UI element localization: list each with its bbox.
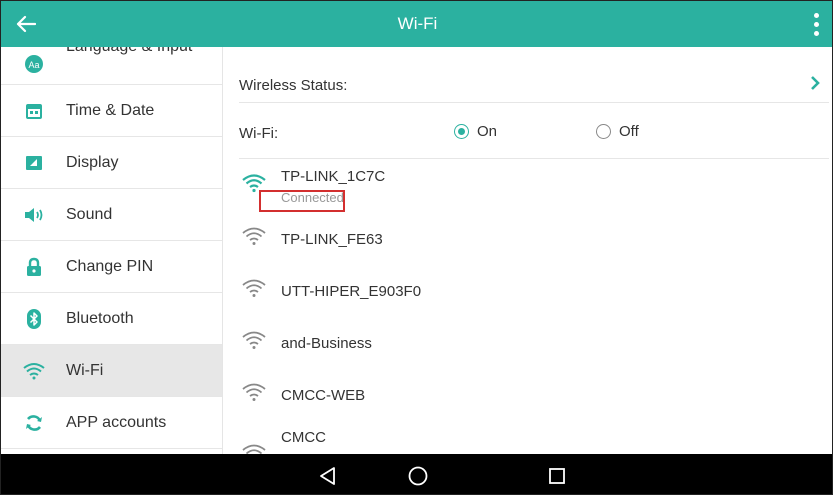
connected-highlight-box — [259, 190, 345, 212]
chevron-right-icon — [811, 76, 820, 90]
settings-sidebar: Aa Language & Input Time & Date Display … — [1, 47, 223, 454]
nav-recents-button[interactable] — [543, 462, 571, 490]
wifi-signal-icon — [242, 331, 266, 349]
wifi-on-label: On — [477, 123, 498, 140]
system-navigation-bar — [1, 454, 832, 494]
sidebar-item-language-input[interactable]: Aa Language & Input — [1, 47, 222, 85]
network-name: TP-LINK_FE63 — [281, 231, 383, 248]
network-name: TP-LINK_1C7C — [281, 168, 386, 185]
wifi-signal-icon — [242, 383, 266, 401]
sidebar-item-time-date[interactable]: Time & Date — [1, 85, 222, 137]
language-input-icon: Aa — [23, 53, 45, 75]
menu-dot-icon — [813, 21, 819, 27]
display-icon — [23, 152, 45, 174]
nav-recents-square-icon — [549, 468, 565, 484]
wireless-status-label: Wireless Status: — [239, 77, 348, 94]
nav-back-triangle-icon — [320, 467, 335, 485]
sidebar-item-bluetooth[interactable]: Bluetooth — [1, 293, 222, 345]
sidebar-item-label: Change PIN — [66, 257, 154, 275]
overflow-menu-button[interactable] — [806, 9, 826, 39]
sidebar-item-app-accounts[interactable]: APP accounts — [1, 397, 222, 449]
network-name: CMCC-WEB — [281, 387, 366, 404]
sync-icon — [23, 412, 45, 434]
wifi-signal-locked-icon — [242, 444, 266, 454]
speaker-icon — [23, 204, 45, 226]
nav-back-button[interactable] — [314, 462, 342, 490]
calendar-icon — [23, 100, 45, 122]
network-item-utt-hiper[interactable]: UTT-HIPER_E903F0 — [239, 265, 829, 317]
sidebar-item-label: Time & Date — [66, 101, 155, 119]
network-name: UTT-HIPER_E903F0 — [281, 283, 422, 300]
network-name: CMCC — [281, 429, 326, 446]
menu-dot-icon — [813, 30, 819, 36]
sidebar-item-wifi[interactable]: Wi-Fi — [1, 345, 222, 397]
sidebar-item-label: APP accounts — [66, 413, 167, 431]
wifi-toggle-row: Wi-Fi: On Off — [239, 103, 829, 159]
sidebar-item-change-pin[interactable]: Change PIN — [1, 241, 222, 293]
bluetooth-icon — [23, 308, 45, 330]
wifi-settings-screen: Wi-Fi Aa Language & Input Time & Date Di… — [0, 0, 833, 495]
radio-unselected-icon — [596, 124, 611, 139]
wifi-signal-icon — [242, 279, 266, 297]
wireless-status-row[interactable]: Wireless Status: — [239, 47, 829, 103]
nav-home-button[interactable] — [404, 462, 432, 490]
wifi-on-radio[interactable]: On — [454, 123, 497, 140]
network-item-tp-link-fe63[interactable]: TP-LINK_FE63 — [239, 213, 829, 265]
network-item-cmcc[interactable]: CMCC — [239, 421, 829, 454]
wifi-icon — [23, 360, 45, 382]
network-item-cmcc-web[interactable]: CMCC-WEB — [239, 369, 829, 421]
radio-selected-icon — [454, 124, 469, 139]
network-name: and-Business — [281, 335, 372, 352]
wifi-signal-icon — [242, 227, 266, 245]
network-item-and-business[interactable]: and-Business — [239, 317, 829, 369]
wifi-label: Wi-Fi: — [239, 125, 279, 142]
svg-text:Aa: Aa — [28, 60, 39, 70]
nav-home-circle-icon — [408, 466, 428, 486]
lock-icon — [23, 256, 45, 278]
wifi-panel: Wireless Status: Wi-Fi: On Off TP-LINK_1… — [223, 47, 832, 454]
page-title: Wi-Fi — [397, 14, 438, 33]
sidebar-item-label: Bluetooth — [66, 309, 134, 327]
menu-dot-icon — [813, 12, 819, 18]
sidebar-item-label: Language & Input — [66, 47, 192, 56]
sidebar-item-label: Wi-Fi — [66, 361, 104, 379]
sidebar-item-sound[interactable]: Sound — [1, 189, 222, 241]
sidebar-item-display[interactable]: Display — [1, 137, 222, 189]
sidebar-item-label: Sound — [66, 205, 113, 223]
sidebar-item-label: Display — [66, 153, 119, 171]
title-bar: Wi-Fi — [1, 1, 832, 47]
wifi-off-radio[interactable]: Off — [596, 123, 639, 140]
wifi-off-label: Off — [619, 123, 639, 140]
